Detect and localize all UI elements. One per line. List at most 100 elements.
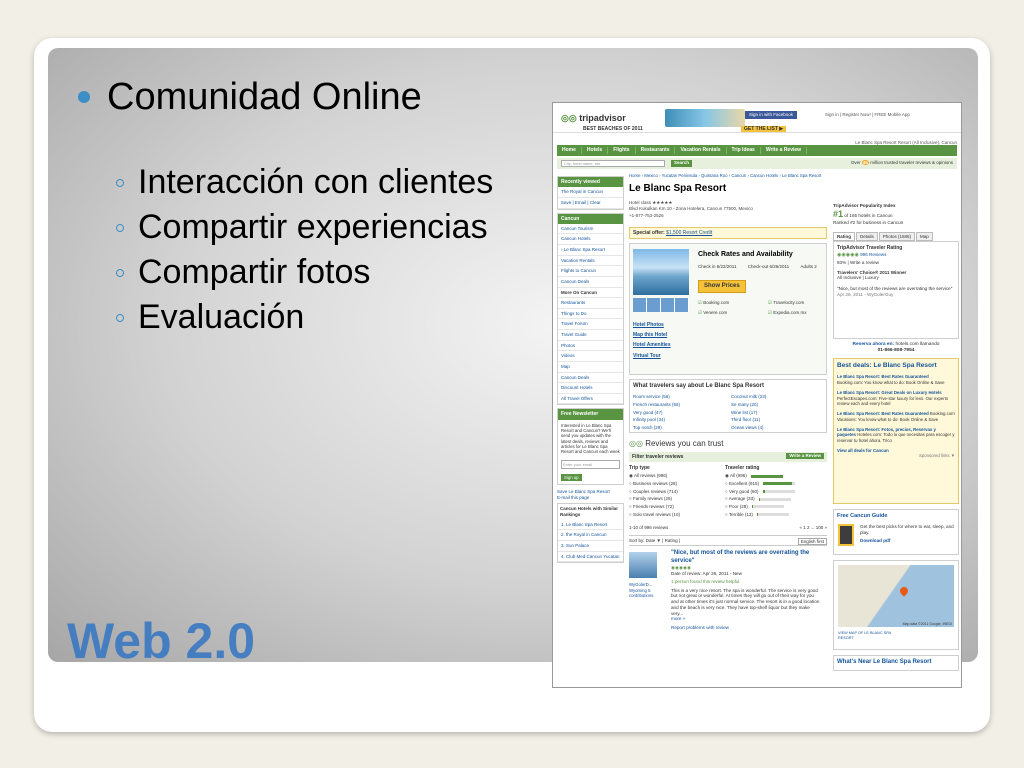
signup-button[interactable]: Sign up <box>561 473 582 482</box>
newsletter-email-input[interactable]: Enter your email <box>561 459 620 469</box>
hotel-photos-link[interactable]: Hotel Photos <box>633 322 671 328</box>
sidebar-item[interactable]: 4. Club Med Cancun Yucatan <box>558 552 623 563</box>
sidebar-item[interactable]: Cancun Deals <box>558 373 623 384</box>
sidebar-item[interactable]: Videos <box>558 351 623 362</box>
keyword-link[interactable]: Ocean views (4) <box>731 425 829 431</box>
get-list-button[interactable]: GET THE LIST ▶ <box>741 126 787 133</box>
rating-option[interactable]: ○ Excellent (915) <box>725 481 825 487</box>
sidebar-item[interactable]: › Le Blanc Spa Resort <box>558 245 623 256</box>
special-offer-link[interactable]: $1,500 Resort Credit <box>666 230 712 236</box>
latest-review-quote[interactable]: "Nice, but most of the reviews are overr… <box>837 286 955 292</box>
tab-rating[interactable]: Rating <box>833 231 855 242</box>
keyword-link[interactable]: Third floor (11) <box>731 417 829 423</box>
deal-link[interactable]: Le Blanc Spa Resort: Great Deals on Luxu… <box>837 390 942 395</box>
keyword-link[interactable]: Very good (47) <box>633 410 731 416</box>
top-links[interactable]: Sign in | Register Now! | FREE Mobile Ap… <box>825 112 910 118</box>
trip-type-option[interactable]: ○ Business reviews (28) <box>629 481 725 487</box>
nav-hotels[interactable]: Hotels <box>582 147 609 154</box>
view-map-link[interactable]: VIEW MAP OF LE BLANC SPA RESORT <box>838 631 898 640</box>
keyword-link[interactable]: Infinity pool (34) <box>633 417 731 423</box>
keyword-link[interactable]: Coconut milk (23) <box>731 394 829 400</box>
trip-type-option[interactable]: ◉ All reviews (996) <box>629 473 725 479</box>
trip-type-option[interactable]: ○ Solo travel reviews (10) <box>629 512 725 518</box>
reviewer-info[interactable]: WyGolerD... Wyoming 5 contributions <box>629 582 669 598</box>
rating-option[interactable]: ○ Poor (29) <box>725 504 825 510</box>
deal-item[interactable]: Le Blanc Spa Resort: Best Rates Guarante… <box>837 411 955 422</box>
sidebar-item[interactable]: Restaurants <box>558 298 623 309</box>
trip-type-option[interactable]: ○ Friends reviews (72) <box>629 504 725 510</box>
search-input[interactable]: City, hotel name, etc. <box>561 160 665 167</box>
download-pdf-link[interactable]: Download pdf <box>860 538 954 544</box>
hotel-photo[interactable] <box>633 248 689 295</box>
deal-link[interactable]: Le Blanc Spa Resort: Best Rates Guarante… <box>837 374 929 379</box>
map-link[interactable]: Map this Hotel <box>633 332 671 338</box>
keyword-link[interactable]: Room service (56) <box>633 394 731 400</box>
nav-flights[interactable]: Flights <box>608 147 636 154</box>
rating-option[interactable]: ○ Very good (60) <box>725 489 825 495</box>
site-checkbox[interactable]: Booking.com <box>698 300 768 306</box>
pagination[interactable]: « 1 2 ... 100 » <box>799 525 827 531</box>
sidebar-item[interactable]: Save | Email | Clear <box>558 198 623 209</box>
search-button[interactable]: Search <box>671 160 693 167</box>
sort-options[interactable]: Sort by: Date ▼ | Rating | <box>629 538 680 543</box>
rating-option[interactable]: ○ Average (33) <box>725 496 825 502</box>
keyword-link[interactable]: Top notch (29) <box>633 425 731 431</box>
write-review-button[interactable]: Write a Review <box>786 452 824 459</box>
tab-details[interactable]: Details <box>856 231 878 242</box>
breadcrumb[interactable]: Home › Mexico › Yucatan Peninsula › Quin… <box>629 173 827 178</box>
keyword-link[interactable]: French restaurants (56) <box>633 402 731 408</box>
site-checkbox[interactable]: Expedia.com.mx <box>768 310 838 316</box>
nav-trip-ideas[interactable]: Trip Ideas <box>727 147 761 154</box>
sidebar-item[interactable]: All Travel Offers <box>558 394 623 405</box>
keyword-link[interactable]: Wine list (17) <box>731 410 829 416</box>
hotel-map[interactable]: Map data ©2011 Google, INEGI <box>838 565 954 628</box>
site-checkbox[interactable]: Travelocity.com <box>768 300 838 306</box>
sidebar-item[interactable]: Discount Hotels <box>558 383 623 394</box>
facebook-signin-button[interactable]: Sign in with Facebook <box>745 111 798 119</box>
tab-photos[interactable]: Photos (1586) <box>878 231 916 242</box>
language-select[interactable]: English first <box>797 537 827 546</box>
show-prices-button[interactable]: Show Prices <box>698 279 746 294</box>
sidebar-item[interactable]: Cancun Deals <box>558 277 623 288</box>
deal-item[interactable]: Le Blanc Spa Resort: Great Deals on Luxu… <box>837 390 955 406</box>
sponsored-links[interactable]: Sponsored links ▼ <box>837 453 955 458</box>
deal-item[interactable]: Le Blanc Spa Resort: Fotos, precios, Res… <box>837 427 955 443</box>
sidebar-item[interactable]: Flights to Cancun <box>558 266 623 277</box>
sidebar-item[interactable]: Travel Forum <box>558 319 623 330</box>
sidebar-item[interactable]: Cancun Hotels <box>558 234 623 245</box>
sidebar-item[interactable]: Cancun Tourism <box>558 224 623 235</box>
trip-type-option[interactable]: ○ Couples reviews (714) <box>629 489 725 495</box>
nav-restaurants[interactable]: Restaurants <box>636 147 676 154</box>
email-page-link[interactable]: E-mail this page <box>557 495 624 501</box>
sidebar-item[interactable]: The Royal in Cancun <box>558 187 623 198</box>
amenities-link[interactable]: Hotel Amenities <box>633 342 671 348</box>
nav-write-review[interactable]: Write a Review <box>761 147 808 154</box>
checkin-field[interactable]: Check in 6/22/2011 <box>698 264 736 270</box>
trip-type-option[interactable]: ○ Family reviews (25) <box>629 496 725 502</box>
sidebar-item[interactable]: 3. Sun Palace <box>558 541 623 552</box>
recommend-rate[interactable]: 93% | Write a review <box>837 260 955 266</box>
tripadvisor-logo[interactable]: ◎◎ tripadvisor <box>561 113 626 124</box>
site-checkbox[interactable]: Venere.com <box>698 310 768 316</box>
reviews-count-link[interactable]: 996 Reviews <box>860 252 886 257</box>
sidebar-item[interactable]: Things to Do <box>558 309 623 320</box>
deal-link[interactable]: Le Blanc Spa Resort: Best Rates Guarante… <box>837 411 929 416</box>
sidebar-item[interactable]: 2. the Royal in Cancun <box>558 530 623 541</box>
deal-item[interactable]: Le Blanc Spa Resort: Best Rates Guarante… <box>837 374 955 385</box>
checkout-field[interactable]: Check-out 6/26/2011 <box>748 264 789 270</box>
reviewer-avatar[interactable] <box>629 552 657 579</box>
sidebar-item[interactable]: Photos <box>558 341 623 352</box>
adults-select[interactable]: Adults 2 <box>800 264 816 270</box>
rating-option[interactable]: ○ Terrible (13) <box>725 512 825 518</box>
nav-home[interactable]: Home <box>557 147 582 154</box>
more-link[interactable]: more » <box>671 616 821 622</box>
sidebar-item[interactable]: Map <box>558 362 623 373</box>
keyword-link[interactable]: Se many (20) <box>731 402 829 408</box>
rating-option[interactable]: ◉ All (996) <box>725 473 825 479</box>
whats-near-box[interactable]: What's Near Le Blanc Spa Resort <box>833 655 959 671</box>
sidebar-item[interactable]: Vacation Rentals <box>558 256 623 267</box>
nav-vacation-rentals[interactable]: Vacation Rentals <box>675 147 727 154</box>
review-title[interactable]: "Nice, but most of the reviews are overr… <box>671 550 821 565</box>
virtual-tour-link[interactable]: Virtual Tour <box>633 353 671 359</box>
photo-thumbnails[interactable] <box>633 297 689 312</box>
